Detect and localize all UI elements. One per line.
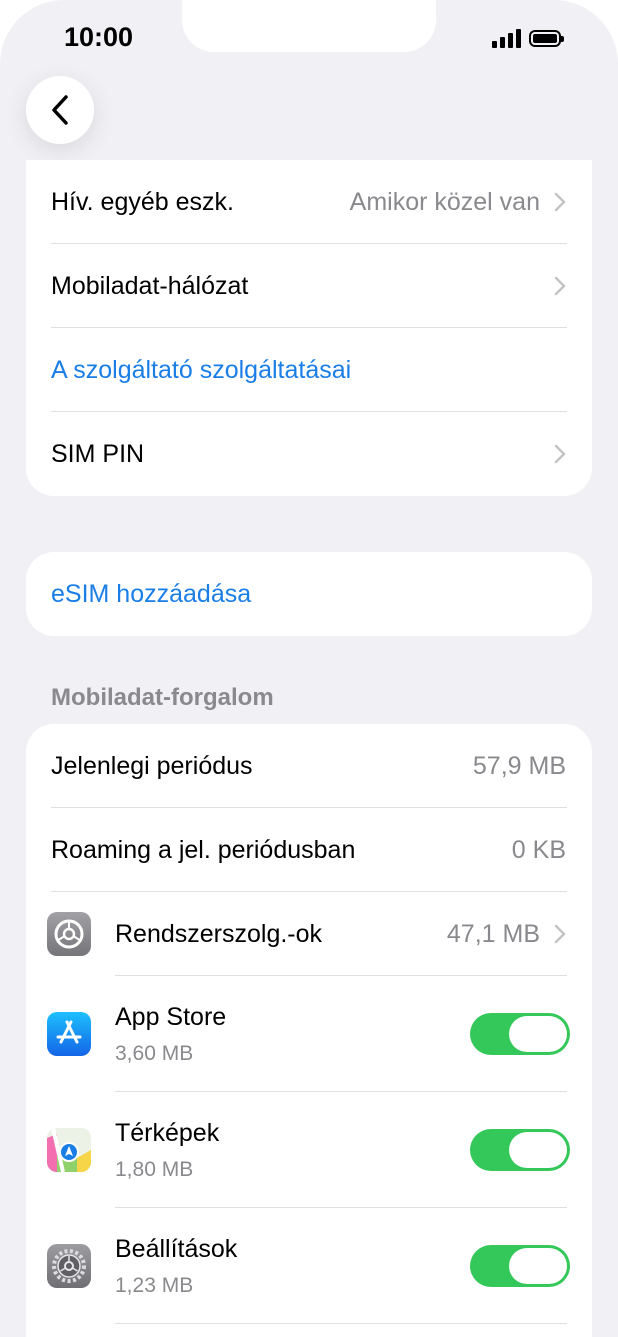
app-data-size: 3,60 MB <box>115 1041 194 1065</box>
chevron-right-icon <box>554 192 566 212</box>
cellular-network-row[interactable]: Mobiladat-hálózat <box>26 244 592 328</box>
row-label: Rendszerszolg.-ok <box>115 919 323 948</box>
current-period-row: Jelenlegi periódus 57,9 MB <box>26 724 592 808</box>
cellular-usage-group: Jelenlegi periódus 57,9 MB Roaming a jel… <box>26 724 592 1337</box>
sim-pin-row[interactable]: SIM PIN <box>26 412 592 496</box>
section-header-cellular-data: Mobiladat-forgalom <box>51 684 274 711</box>
battery-icon <box>529 29 564 47</box>
chevron-right-icon <box>554 444 566 464</box>
chevron-right-icon <box>554 924 566 944</box>
add-esim-row[interactable]: eSIM hozzáadása <box>26 552 592 636</box>
row-value: Amikor közel van <box>349 187 540 216</box>
app-row-maps: Térképek 1,80 MB <box>26 1092 592 1208</box>
app-store-cellular-toggle[interactable] <box>470 1013 570 1055</box>
app-data-size: 1,23 MB <box>115 1273 194 1297</box>
cellular-signal-icon <box>492 28 521 48</box>
phone-screen: 10:00 Hív. egyéb eszk. Amikor közel van … <box>0 0 618 1337</box>
carrier-services-link[interactable]: A szolgáltató szolgáltatásai <box>51 356 566 385</box>
app-store-icon <box>47 1012 91 1056</box>
chevron-left-icon <box>52 95 68 125</box>
system-services-row[interactable]: Rendszerszolg.-ok 47,1 MB <box>26 892 592 976</box>
back-button[interactable] <box>26 76 94 144</box>
notch <box>182 0 436 52</box>
carrier-settings-group: Hív. egyéb eszk. Amikor közel van Mobila… <box>26 160 592 496</box>
row-value: 0 KB <box>511 835 566 864</box>
app-name: Térképek <box>115 1118 220 1147</box>
row-label: Hív. egyéb eszk. <box>51 187 234 216</box>
chevron-right-icon <box>554 276 566 296</box>
maps-cellular-toggle[interactable] <box>470 1129 570 1171</box>
esim-group: eSIM hozzáadása <box>26 552 592 636</box>
status-time: 10:00 <box>64 22 134 52</box>
row-label: SIM PIN <box>51 439 145 468</box>
app-row-settings: Beállítások 1,23 MB <box>26 1208 592 1324</box>
status-indicators <box>492 28 564 48</box>
app-name: App Store <box>115 1002 227 1031</box>
roaming-row: Roaming a jel. periódusban 0 KB <box>26 808 592 892</box>
app-row-app-store: App Store 3,60 MB <box>26 976 592 1092</box>
settings-cellular-toggle[interactable] <box>470 1245 570 1287</box>
system-services-icon <box>47 912 91 956</box>
row-label: Roaming a jel. periódusban <box>51 835 356 864</box>
app-data-size: 1,80 MB <box>115 1157 194 1181</box>
calls-other-devices-row[interactable]: Hív. egyéb eszk. Amikor közel van <box>26 160 592 244</box>
carrier-services-row[interactable]: A szolgáltató szolgáltatásai <box>26 328 592 412</box>
row-label: Mobiladat-hálózat <box>51 271 249 300</box>
settings-icon <box>47 1244 91 1288</box>
row-value: 47,1 MB <box>446 919 540 948</box>
maps-icon <box>47 1128 91 1172</box>
row-value: 57,9 MB <box>472 751 566 780</box>
add-esim-link[interactable]: eSIM hozzáadása <box>51 580 566 609</box>
app-name: Beállítások <box>115 1234 238 1263</box>
row-label: Jelenlegi periódus <box>51 751 253 780</box>
